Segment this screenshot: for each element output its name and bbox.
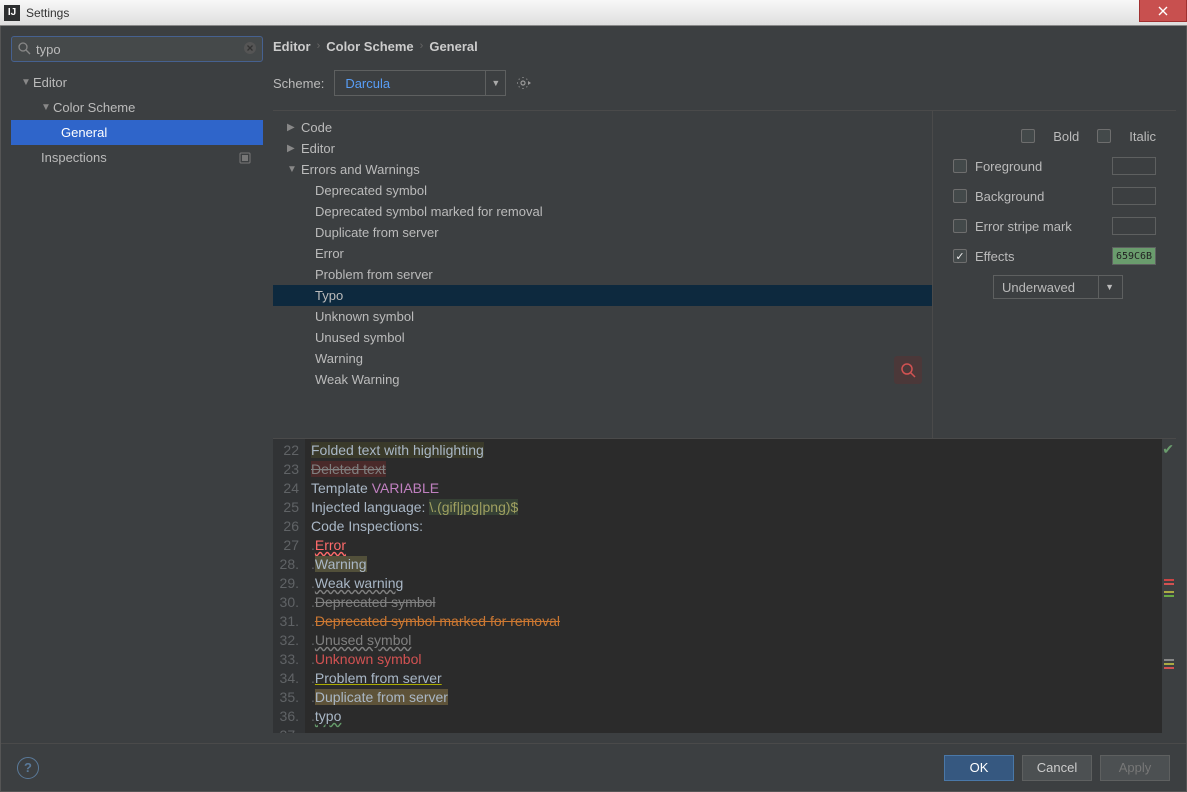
tree-label: Color Scheme: [53, 100, 135, 115]
tree-general[interactable]: General: [11, 120, 263, 145]
project-level-icon: [239, 152, 253, 164]
tree-label: General: [61, 125, 107, 140]
search-input[interactable]: [11, 36, 263, 62]
code-preview: Folded text with highlightingDeleted tex…: [305, 439, 1162, 733]
cat-item[interactable]: Weak Warning: [273, 369, 932, 390]
background-label: Background: [975, 189, 1044, 204]
scheme-gear-button[interactable]: [516, 75, 532, 91]
italic-checkbox[interactable]: [1097, 129, 1111, 143]
scheme-dropdown[interactable]: Darcula ▼: [334, 70, 506, 96]
preview-editor: 22232425262728.29.30.31.32.33.34.35.36.3…: [273, 438, 1176, 733]
tree-inspections[interactable]: Inspections: [11, 145, 263, 170]
close-icon: [1158, 6, 1168, 16]
foreground-checkbox[interactable]: [953, 159, 967, 173]
errorstripe-label: Error stripe mark: [975, 219, 1072, 234]
effects-type-dropdown[interactable]: Underwaved ▼: [993, 275, 1123, 299]
errorstripe-checkbox[interactable]: [953, 219, 967, 233]
cat-item[interactable]: Unused symbol: [273, 327, 932, 348]
scheme-value: Darcula: [335, 76, 485, 91]
error-stripe[interactable]: ✔: [1162, 439, 1176, 733]
tree-label: Inspections: [41, 150, 107, 165]
breadcrumb-item: Color Scheme: [326, 39, 413, 54]
cat-item[interactable]: Error: [273, 243, 932, 264]
breadcrumb: Editor › Color Scheme › General: [273, 36, 1176, 56]
window-titlebar: IJ Settings: [0, 0, 1187, 26]
app-icon: IJ: [4, 5, 20, 21]
cat-item[interactable]: Duplicate from server: [273, 222, 932, 243]
cat-item[interactable]: Unknown symbol: [273, 306, 932, 327]
foreground-label: Foreground: [975, 159, 1042, 174]
find-icon[interactable]: [894, 356, 922, 384]
search-icon: [17, 41, 31, 55]
breadcrumb-item: General: [429, 39, 477, 54]
settings-sidebar: ▼Editor ▼Color Scheme General Inspection…: [11, 36, 263, 733]
ok-button[interactable]: OK: [944, 755, 1014, 781]
window-close-button[interactable]: [1139, 0, 1187, 22]
cat-code[interactable]: ▶Code: [273, 117, 932, 138]
clear-search-icon[interactable]: [243, 41, 257, 55]
effects-swatch[interactable]: 659C6B: [1112, 247, 1156, 265]
background-checkbox[interactable]: [953, 189, 967, 203]
breadcrumb-item: Editor: [273, 39, 311, 54]
cat-editor[interactable]: ▶Editor: [273, 138, 932, 159]
tree-color-scheme[interactable]: ▼Color Scheme: [11, 95, 263, 120]
apply-button[interactable]: Apply: [1100, 755, 1170, 781]
effects-checkbox[interactable]: [953, 249, 967, 263]
effects-type-value: Underwaved: [1002, 280, 1075, 295]
chevron-right-icon: ›: [420, 40, 424, 52]
background-swatch[interactable]: [1112, 187, 1156, 205]
foreground-swatch[interactable]: [1112, 157, 1156, 175]
cat-errors[interactable]: ▼Errors and Warnings: [273, 159, 932, 180]
chevron-down-icon: ▼: [1098, 276, 1114, 298]
cat-item[interactable]: Warning: [273, 348, 932, 369]
analysis-ok-icon: ✔: [1162, 441, 1174, 458]
cat-item[interactable]: Problem from server: [273, 264, 932, 285]
cat-item[interactable]: Deprecated symbol marked for removal: [273, 201, 932, 222]
bold-checkbox[interactable]: [1021, 129, 1035, 143]
line-gutter: 22232425262728.29.30.31.32.33.34.35.36.3…: [273, 439, 305, 733]
scheme-label: Scheme:: [273, 76, 324, 91]
main-panel: Editor › Color Scheme › General Scheme: …: [273, 36, 1176, 733]
italic-label: Italic: [1129, 129, 1156, 144]
dialog-footer: ? OK Cancel Apply: [1, 743, 1186, 791]
tree-editor[interactable]: ▼Editor: [11, 70, 263, 95]
settings-tree: ▼Editor ▼Color Scheme General Inspection…: [11, 70, 263, 170]
help-button[interactable]: ?: [17, 757, 39, 779]
properties-panel: Bold Italic Foreground Background Error …: [943, 111, 1176, 438]
window-title: Settings: [26, 6, 69, 20]
tree-label: Editor: [33, 75, 67, 90]
errorstripe-swatch[interactable]: [1112, 217, 1156, 235]
chevron-down-icon: ▼: [485, 71, 505, 95]
category-list[interactable]: ▶Code ▶Editor ▼Errors and Warnings Depre…: [273, 111, 933, 438]
bold-label: Bold: [1053, 129, 1079, 144]
cat-item-typo[interactable]: Typo: [273, 285, 932, 306]
effects-label: Effects: [975, 249, 1015, 264]
cat-item[interactable]: Deprecated symbol: [273, 180, 932, 201]
cancel-button[interactable]: Cancel: [1022, 755, 1092, 781]
chevron-right-icon: ›: [317, 40, 321, 52]
